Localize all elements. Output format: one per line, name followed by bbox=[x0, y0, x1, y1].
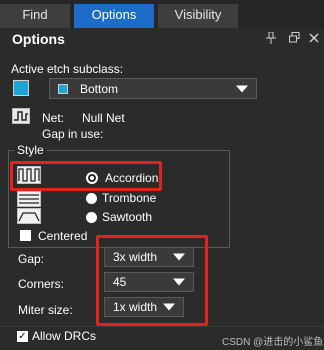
corners-dropdown-value: 45 bbox=[113, 275, 127, 289]
tab-find[interactable]: Find bbox=[0, 4, 70, 28]
gap-dropdown[interactable]: 3x width bbox=[104, 247, 194, 267]
tab-visibility[interactable]: Visibility bbox=[158, 4, 238, 28]
miter-size-dropdown-value: 1x width bbox=[113, 300, 158, 314]
corners-label: Corners: bbox=[18, 277, 65, 291]
chevron-down-icon bbox=[163, 303, 175, 311]
watermark: CSDN @进击的小鲨鱼 bbox=[222, 337, 324, 348]
net-label: Net: bbox=[42, 111, 65, 125]
sawtooth-radio[interactable] bbox=[86, 212, 97, 223]
sawtooth-style-icon bbox=[17, 208, 41, 229]
gap-in-use-label: Gap in use: bbox=[42, 127, 104, 141]
allow-drcs-label: Allow DRCs bbox=[32, 329, 97, 343]
corners-dropdown[interactable]: 45 bbox=[104, 272, 194, 292]
chevron-down-icon bbox=[173, 278, 185, 286]
miter-size-dropdown[interactable]: 1x width bbox=[104, 297, 184, 317]
gap-label: Gap: bbox=[18, 252, 45, 266]
panel-title: Options bbox=[12, 31, 65, 47]
accordion-label: Accordion bbox=[105, 171, 159, 185]
subclass-label: Active etch subclass: bbox=[11, 62, 124, 76]
subclass-dropdown-swatch bbox=[58, 84, 68, 94]
chevron-down-icon bbox=[236, 85, 248, 92]
centered-checkbox[interactable] bbox=[20, 230, 31, 241]
subclass-dropdown[interactable]: Bottom bbox=[49, 78, 257, 99]
subclass-color-swatch[interactable] bbox=[13, 80, 29, 96]
sawtooth-label: Sawtooth bbox=[102, 210, 153, 224]
close-icon[interactable] bbox=[309, 32, 319, 46]
gap-dropdown-value: 3x width bbox=[113, 250, 158, 264]
net-value: Null Net bbox=[82, 111, 125, 125]
trombone-radio[interactable] bbox=[86, 193, 97, 204]
centered-label: Centered bbox=[38, 229, 88, 243]
style-group-label: Style bbox=[14, 143, 47, 157]
chevron-down-icon bbox=[173, 253, 185, 261]
subclass-dropdown-value: Bottom bbox=[80, 81, 119, 96]
accordion-style-icon bbox=[17, 166, 41, 189]
net-icon bbox=[12, 108, 30, 129]
tab-options[interactable]: Options bbox=[74, 4, 154, 28]
allow-drcs-checkbox[interactable]: ✓ bbox=[17, 331, 28, 342]
divider bbox=[0, 326, 324, 327]
float-icon[interactable] bbox=[289, 32, 300, 46]
miter-size-label: Miter size: bbox=[18, 303, 73, 317]
tab-bar: Find Options Visibility bbox=[0, 0, 324, 28]
accordion-radio[interactable] bbox=[86, 172, 98, 184]
trombone-label: Trombone bbox=[102, 191, 157, 205]
pin-icon[interactable] bbox=[266, 31, 276, 47]
